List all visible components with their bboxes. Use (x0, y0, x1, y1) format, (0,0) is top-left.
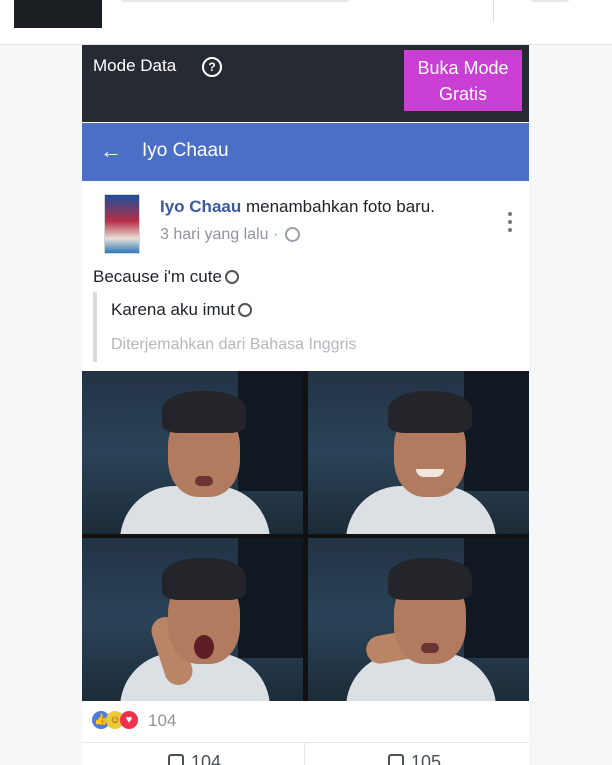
profile-header: ← Iyo Chaau (82, 123, 529, 181)
photo-smile (416, 469, 444, 477)
data-mode-bar: Mode Data ? Buka Mode Gratis (82, 45, 529, 122)
post-time[interactable]: 3 hari yang lalu (160, 226, 269, 243)
vertical-dots-icon[interactable] (508, 212, 512, 232)
translated-caption-text: Karena aku imut (111, 300, 235, 319)
photo-2[interactable] (308, 371, 529, 534)
page-title: Iyo Chaau (142, 140, 229, 161)
data-mode-label: Mode Data (93, 56, 177, 75)
like-button[interactable]: 104 (168, 752, 221, 765)
free-mode-button[interactable]: Buka Mode Gratis (404, 50, 522, 111)
globe-icon (285, 227, 301, 242)
right-margin (529, 45, 612, 765)
photo-dark-wall (464, 371, 529, 491)
photo-3[interactable] (82, 538, 303, 701)
photo-hair (388, 391, 472, 433)
question-circle-icon[interactable]: ? (202, 57, 222, 77)
photo-1[interactable] (82, 371, 303, 534)
photo-hair (388, 558, 472, 600)
top-divider (493, 0, 494, 22)
like-count: 104 (191, 752, 222, 765)
phone-screenshot: Mode Data ? Buka Mode Gratis ← Iyo Chaau… (82, 45, 529, 765)
photo-4[interactable] (308, 538, 529, 701)
translation-note[interactable]: Diterjemahkan dari Bahasa Inggris (111, 336, 356, 354)
top-strip (0, 0, 612, 45)
avatar[interactable] (104, 194, 140, 254)
photo-grid (82, 371, 529, 701)
reaction-count: 104 (148, 711, 177, 730)
photo-hair (162, 558, 246, 600)
smile-emoji-icon (237, 303, 252, 317)
comment-count: 105 (411, 752, 442, 765)
post-caption: Because i'm cute (93, 267, 239, 287)
back-arrow-icon[interactable]: ← (100, 138, 122, 164)
author-name[interactable]: Iyo Chaau (160, 197, 241, 216)
translated-caption: Karena aku imut (111, 300, 252, 320)
post-actions: 104 105 (82, 742, 529, 765)
top-thumbnail[interactable] (14, 0, 102, 28)
top-right-partial-text (530, 0, 570, 2)
photo-dark-wall (464, 538, 529, 658)
thumbs-up-icon (168, 754, 184, 765)
post-author-line: Iyo Chaau menambahkan foto baru. (160, 197, 435, 217)
photo-mouth (421, 643, 439, 653)
top-partial-text (120, 0, 350, 2)
comment-button[interactable]: 105 (388, 752, 441, 765)
meta-separator: · (268, 226, 279, 243)
post-action-text: menambahkan foto baru. (241, 197, 435, 216)
photo-open-mouth (194, 635, 214, 659)
photo-dark-wall (238, 371, 303, 491)
caption-text: Because i'm cute (93, 267, 222, 286)
love-icon: ♥ (120, 711, 138, 729)
photo-dark-wall (238, 538, 303, 658)
left-margin (0, 45, 82, 765)
action-divider (304, 743, 305, 765)
smile-emoji-icon (224, 270, 239, 284)
comment-icon (388, 754, 404, 765)
post-meta: 3 hari yang lalu · (160, 224, 301, 244)
post-header: Iyo Chaau menambahkan foto baru. 3 hari … (82, 181, 529, 371)
photo-mouth (195, 476, 213, 486)
translation-box: Karena aku imut Diterjemahkan dari Bahas… (93, 292, 525, 362)
photo-hair (162, 391, 246, 433)
